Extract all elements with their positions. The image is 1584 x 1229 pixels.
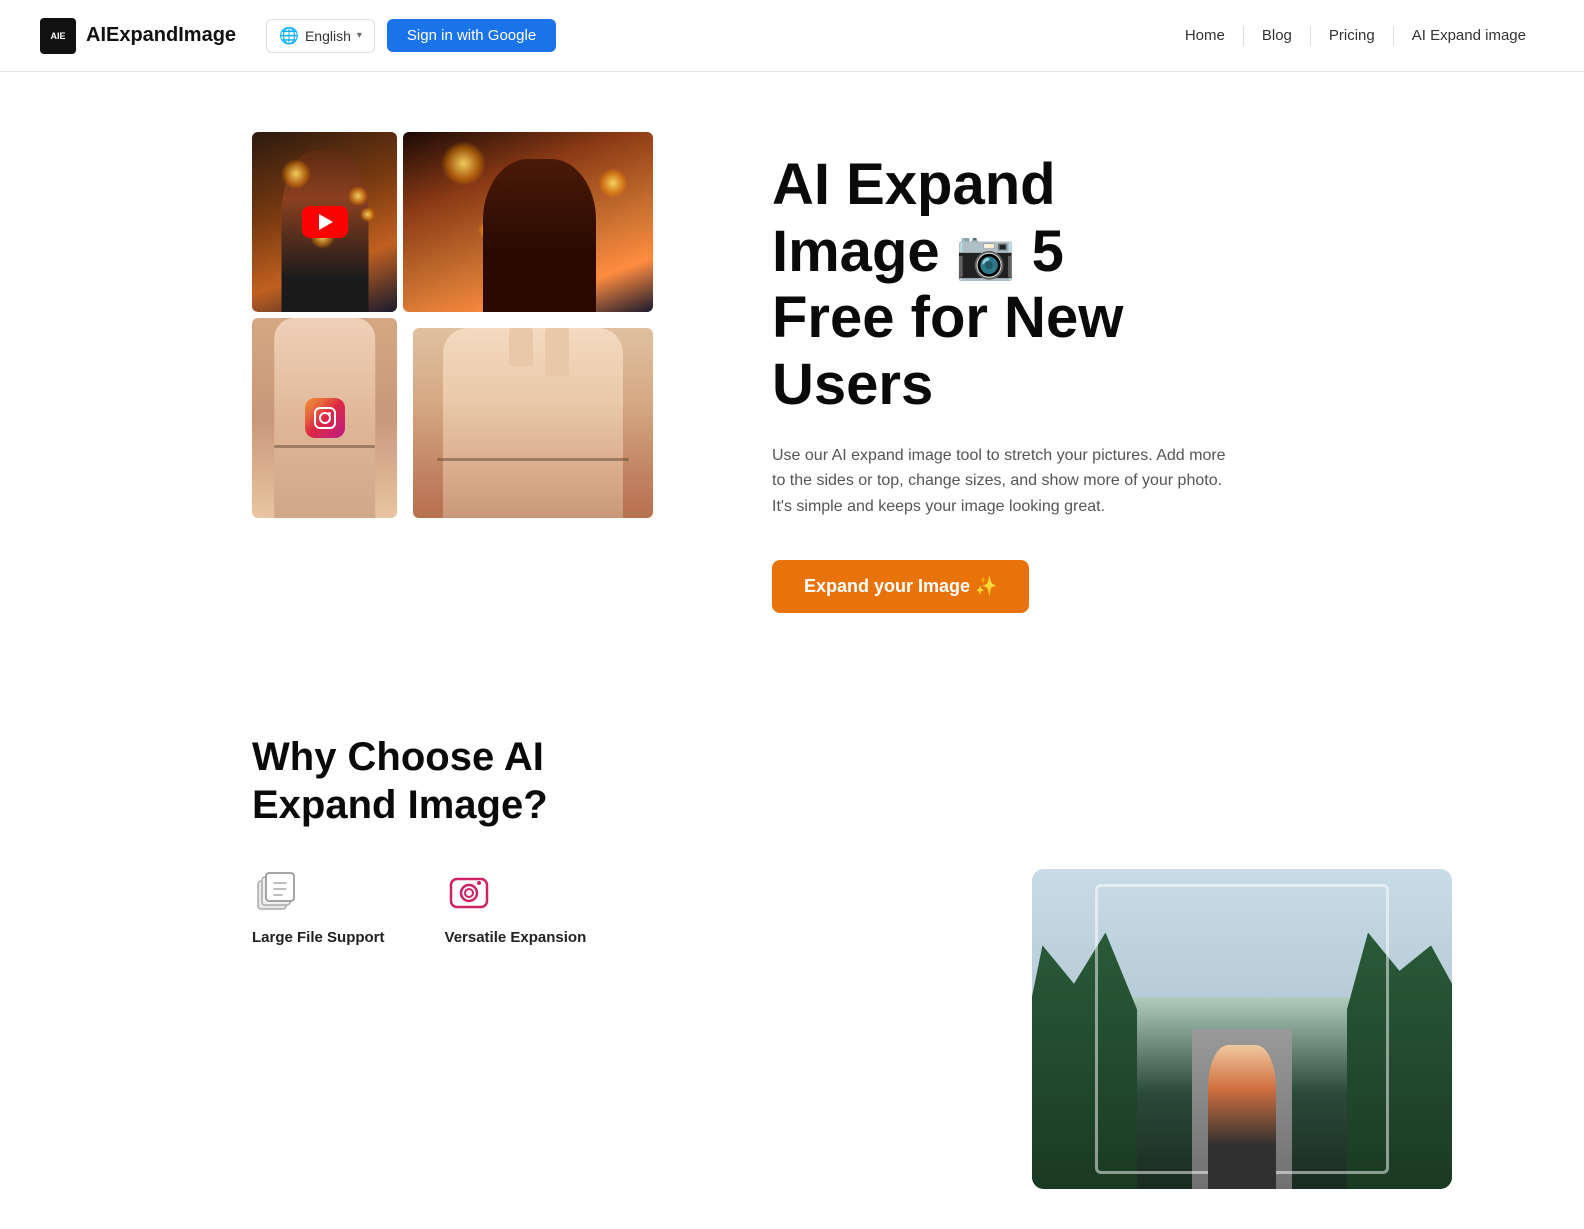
nav-ai-expand[interactable]: AI Expand image [1394, 27, 1544, 44]
language-selector[interactable]: 🌐 English ▾ [266, 19, 375, 53]
hero-title-line1: AI Expand [772, 152, 1056, 217]
hero-title: AI Expand Image 📷 5 Free for New Users [772, 152, 1452, 419]
finger-2 [545, 328, 569, 376]
brand-name: AIExpandImage [86, 24, 236, 47]
expand-image-button[interactable]: Expand your Image ✨ [772, 560, 1029, 613]
hero-image-4 [413, 328, 653, 518]
large-file-label: Large File Support [252, 929, 385, 946]
large-file-icon [252, 869, 300, 917]
trees-right [1347, 933, 1452, 1189]
navbar: AIE AIExpandImage 🌐 English ▾ Sign in wi… [0, 0, 1584, 72]
signin-button[interactable]: Sign in with Google [387, 19, 556, 52]
lang-label: English [305, 28, 351, 44]
chevron-down-icon: ▾ [357, 30, 362, 41]
nav-blog[interactable]: Blog [1244, 27, 1310, 44]
hero-title-line2: Image [772, 219, 940, 284]
instagram-badge[interactable] [305, 398, 345, 438]
bracelet-2 [437, 458, 629, 461]
hero-image-collage [252, 132, 712, 518]
person-figure [1208, 1045, 1275, 1189]
hero-title-number: 5 [1032, 219, 1064, 284]
logo[interactable]: AIE AIExpandImage [40, 18, 236, 54]
hero-text-content: AI Expand Image 📷 5 Free for New Users U… [772, 132, 1452, 613]
feature-large-file: Large File Support [252, 869, 385, 946]
wrist-shape-2 [443, 328, 623, 518]
why-content: Large File Support Versatile Expansion [252, 869, 1452, 1189]
hero-image-2 [403, 132, 653, 312]
logo-icon: AIE [40, 18, 76, 54]
trees-left [1032, 933, 1137, 1189]
hero-image-3 [252, 318, 397, 518]
nav-links: Home Blog Pricing AI Expand image [1167, 26, 1544, 46]
why-features: Large File Support Versatile Expansion [252, 869, 586, 946]
hero-title-line4: Users [772, 352, 933, 417]
youtube-play-badge[interactable] [302, 206, 348, 238]
nav-pricing[interactable]: Pricing [1311, 27, 1393, 44]
bracelet [274, 445, 376, 448]
instagram-icon [314, 407, 336, 429]
finger-1 [509, 328, 533, 366]
person-silhouette-2 [483, 159, 596, 312]
hero-image-1 [252, 132, 397, 312]
camera-emoji: 📷 [956, 229, 1016, 282]
globe-icon: 🌐 [279, 26, 299, 46]
why-title-line2: Expand Image? [252, 783, 548, 827]
hero-description: Use our AI expand image tool to stretch … [772, 443, 1232, 520]
versatile-label: Versatile Expansion [445, 929, 587, 946]
image-grid [252, 132, 712, 518]
demo-image-area [1032, 869, 1452, 1189]
hero-section: AI Expand Image 📷 5 Free for New Users U… [92, 72, 1492, 673]
nav-home[interactable]: Home [1167, 27, 1243, 44]
why-title: Why Choose AI Expand Image? [252, 733, 632, 829]
why-section: Why Choose AI Expand Image? Large File S… [92, 673, 1492, 1229]
feature-versatile: Versatile Expansion [445, 869, 587, 946]
versatile-icon [445, 869, 493, 917]
why-title-line1: Why Choose AI [252, 735, 544, 779]
hero-title-line3: Free for New [772, 285, 1123, 350]
